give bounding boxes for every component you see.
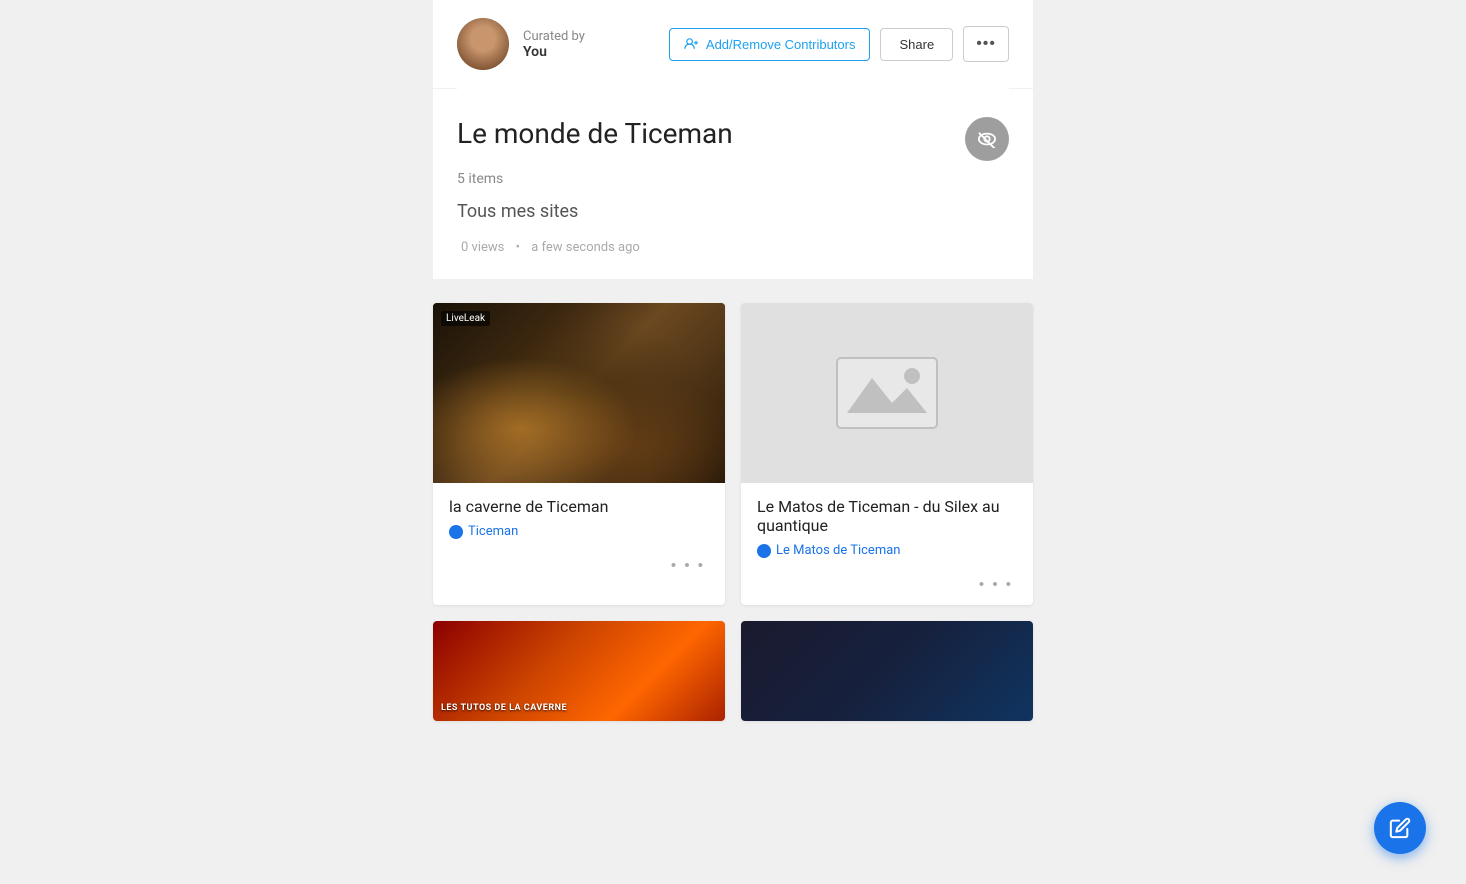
- card-2[interactable]: Le Matos de Ticeman - du Silex au quanti…: [741, 303, 1033, 605]
- collection-description: Tous mes sites: [457, 201, 1009, 222]
- collection-title: Le monde de Ticeman: [457, 117, 733, 150]
- card-1-thumbnail: [433, 303, 725, 483]
- card-2-body: Le Matos de Ticeman - du Silex au quanti…: [741, 483, 1033, 566]
- card-1-more-button[interactable]: • • •: [667, 555, 709, 576]
- meta-separator: •: [516, 240, 520, 255]
- card-3-partial[interactable]: [433, 621, 725, 721]
- card-2-more-button[interactable]: • • •: [975, 574, 1017, 595]
- card-2-thumbnail: [741, 303, 1033, 483]
- curated-info: Curated by You: [523, 29, 585, 60]
- header-actions: Add/Remove Contributors Share •••: [669, 26, 1009, 62]
- card-2-footer: • • •: [741, 566, 1033, 605]
- timestamp: a few seconds ago: [531, 240, 640, 255]
- eye-off-icon: [976, 130, 998, 148]
- card-1-source-name: Ticeman: [468, 524, 518, 539]
- card-1-source[interactable]: Ticeman: [449, 524, 709, 539]
- collection-header-row: Le monde de Ticeman: [457, 117, 1009, 161]
- edit-fab-button[interactable]: [1374, 802, 1426, 854]
- card-4-thumbnail: [741, 621, 1033, 721]
- card-1-title: la caverne de Ticeman: [449, 497, 709, 516]
- collection-items-count: 5 items: [457, 171, 1009, 187]
- curated-by-label: Curated by: [523, 29, 585, 44]
- image-placeholder-icon: [827, 348, 947, 438]
- share-button[interactable]: Share: [880, 28, 953, 61]
- card-3-thumbnail: [433, 621, 725, 721]
- edit-icon: [1389, 817, 1411, 839]
- visibility-toggle-button[interactable]: [965, 117, 1009, 161]
- card-4-partial[interactable]: [741, 621, 1033, 721]
- card-2-source-name: Le Matos de Ticeman: [776, 543, 900, 558]
- globe-icon-1: [449, 525, 463, 539]
- contributors-icon: [684, 37, 700, 51]
- header-card: Curated by You Add/Remove Contributors S…: [433, 0, 1033, 88]
- collection-info: Le monde de Ticeman 5 items Tous mes sit…: [433, 89, 1033, 279]
- add-contributors-label: Add/Remove Contributors: [706, 37, 856, 52]
- curated-by-name: You: [523, 44, 585, 60]
- more-options-button[interactable]: •••: [963, 26, 1009, 62]
- add-contributors-button[interactable]: Add/Remove Contributors: [669, 28, 871, 61]
- cards-section: la caverne de Ticeman Ticeman • • •: [433, 279, 1033, 721]
- cards-grid: la caverne de Ticeman Ticeman • • •: [433, 303, 1033, 605]
- card-2-source[interactable]: Le Matos de Ticeman: [757, 543, 1017, 558]
- globe-icon-2: [757, 544, 771, 558]
- card-1-footer: • • •: [433, 547, 725, 586]
- bottom-cards: [433, 605, 1033, 721]
- card-1[interactable]: la caverne de Ticeman Ticeman • • •: [433, 303, 725, 605]
- card-1-body: la caverne de Ticeman Ticeman: [433, 483, 725, 547]
- views-count: 0 views: [461, 240, 504, 255]
- card-2-title: Le Matos de Ticeman - du Silex au quanti…: [757, 497, 1017, 535]
- avatar: [457, 18, 509, 70]
- collection-meta: 0 views • a few seconds ago: [457, 240, 1009, 255]
